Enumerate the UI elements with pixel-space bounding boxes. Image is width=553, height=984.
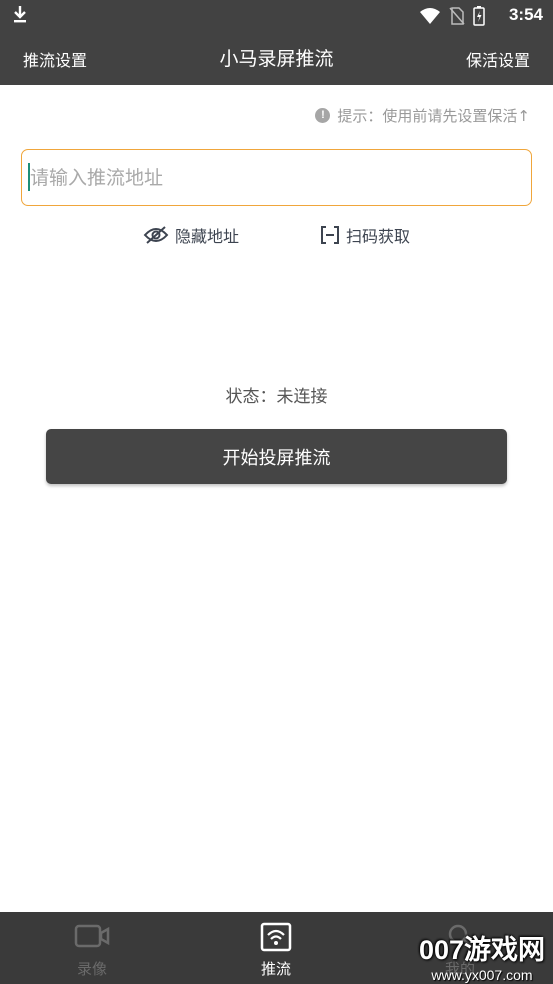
connection-status: 状态：未连接 (0, 382, 553, 407)
info-icon: ! (315, 108, 331, 123)
app-bar: 推流设置 小马录屏推流 保活设置 (0, 30, 553, 85)
watermark: 007游戏网 www.yx007.com (419, 928, 545, 983)
status-time: 3:54 (508, 5, 543, 24)
hint-text: 提示：使用前请先设置保活↑ (337, 107, 530, 125)
tab-record-label: 录像 (76, 960, 107, 978)
tab-stream[interactable]: 推流 (184, 912, 368, 984)
hide-address-label: 隐藏地址 (175, 227, 240, 246)
text-cursor (28, 163, 30, 191)
watermark-brand: 007游戏网 (418, 935, 545, 965)
status-value: 未连接 (276, 387, 328, 407)
scan-code-label: 扫码获取 (346, 227, 411, 246)
hint-row: ! 提示：使用前请先设置保活↑ (315, 105, 530, 126)
tab-stream-label: 推流 (260, 960, 291, 978)
no-sim-icon (449, 7, 465, 25)
status-bar: 3:54 (0, 0, 553, 30)
status-label: 状态： (225, 387, 277, 407)
tab-record[interactable]: 录像 (0, 912, 184, 984)
keepalive-settings-button[interactable]: 保活设置 (466, 47, 530, 71)
start-stream-button[interactable]: 开始投屏推流 (46, 429, 507, 484)
status-icons (419, 6, 485, 26)
stream-url-input[interactable] (21, 149, 532, 206)
video-camera-icon (74, 924, 110, 948)
wifi-stream-icon (260, 922, 292, 952)
wifi-icon (420, 8, 440, 24)
scan-icon (321, 226, 339, 244)
scan-code-button[interactable]: 扫码获取 (320, 223, 410, 247)
watermark-url: www.yx007.com (431, 967, 533, 983)
eye-off-icon (143, 226, 169, 244)
download-icon (14, 6, 26, 23)
battery-icon (473, 6, 485, 26)
hide-address-button[interactable]: 隐藏地址 (143, 223, 239, 247)
